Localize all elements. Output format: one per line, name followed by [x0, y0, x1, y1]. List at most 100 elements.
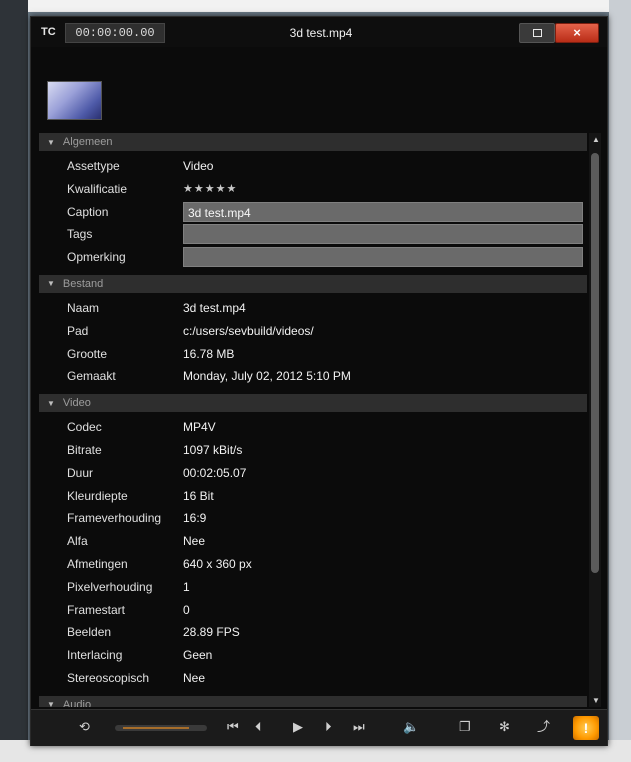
go-to-end-icon[interactable]: ⏭ [353, 719, 365, 735]
property-label: Duur [67, 465, 94, 480]
property-label: Kleurdiepte [67, 488, 128, 503]
property-label: Caption [67, 204, 109, 219]
property-label: Beelden [67, 625, 112, 640]
play-icon[interactable]: ▶ [293, 719, 303, 735]
property-label: Pad [67, 323, 89, 338]
property-row: Pad c:/users/sevbuild/videos/ [39, 320, 587, 343]
section-algemeen: ▼ Algemeen Assettype Video Kwalificatie … [39, 133, 587, 275]
scroll-down-icon[interactable]: ▼ [592, 696, 600, 705]
property-label: Alfa [67, 534, 88, 549]
scrub-slider-fill [123, 727, 189, 729]
property-value: MP4V [183, 420, 216, 435]
rating-stars[interactable]: ★★★★★ [183, 182, 237, 195]
property-label: Opmerking [67, 250, 126, 265]
volume-icon[interactable]: 🔈 [403, 719, 419, 735]
property-value: Video [183, 159, 214, 173]
player-controls-bar: ⟲ ⏮ ⏴ ▶ ⏵ ⏭ 🔈 ❐ ✻ ⤴ ! [31, 709, 607, 746]
section-video: ▼ Video Codec MP4V Bitrate 1097 kBit/s D… [39, 394, 587, 696]
background-strip-left [0, 0, 28, 762]
maximize-button[interactable] [519, 23, 555, 43]
property-label: Interlacing [67, 648, 123, 663]
section-title: Bestand [62, 277, 104, 290]
property-row: Afmetingen 640 x 360 px [39, 553, 587, 576]
collapse-caret-icon: ▼ [47, 700, 55, 707]
section-title: Video [62, 397, 91, 410]
property-label: Stereoscopisch [67, 670, 150, 685]
property-row: Assettype Video [39, 155, 587, 178]
media-properties-window: TC 00:00:00.00 3d test.mp4 × ▼ Algemeen … [30, 16, 608, 746]
property-label: Gemaakt [67, 369, 116, 384]
scroll-up-icon[interactable]: ▲ [592, 135, 600, 144]
property-row: Alfa Nee [39, 530, 587, 553]
property-value: 28.89 FPS [183, 625, 240, 640]
property-value: 640 x 360 px [183, 556, 252, 571]
close-button[interactable]: × [555, 23, 599, 43]
property-value: Monday, July 02, 2012 5:10 PM [183, 369, 351, 384]
property-label: Pixelverhouding [67, 579, 153, 594]
property-row: Kleurdiepte 16 Bit [39, 485, 587, 508]
collapse-caret-icon: ▼ [47, 398, 55, 408]
maximize-icon [533, 29, 542, 37]
section-audio: ▼ Audio [39, 695, 587, 707]
property-row: Pixelverhouding 1 [39, 576, 587, 599]
property-row: Stereoscopisch Nee [39, 667, 587, 690]
properties-panel: ▼ Algemeen Assettype Video Kwalificatie … [39, 133, 587, 707]
info-icon: ! [583, 720, 589, 736]
property-value: 16:9 [183, 511, 207, 526]
property-label: Bitrate [67, 442, 102, 457]
property-value: 1097 kBit/s [183, 442, 243, 457]
property-label: Afmetingen [67, 556, 128, 571]
property-label: Frameverhouding [67, 511, 162, 526]
property-row: Codec MP4V [39, 416, 587, 439]
property-row: Beelden 28.89 FPS [39, 621, 587, 644]
section-bestand: ▼ Bestand Naam 3d test.mp4 Pad c:/users/… [39, 274, 587, 394]
section-header-audio[interactable]: ▼ Audio [39, 695, 587, 707]
caption-input[interactable]: 3d test.mp4 [183, 201, 583, 222]
property-row: Caption 3d test.mp4 [39, 201, 587, 224]
section-header-bestand[interactable]: ▼ Bestand [39, 274, 587, 293]
remark-input[interactable] [183, 247, 583, 268]
property-row: Kwalificatie ★★★★★ [39, 178, 587, 201]
property-row: Naam 3d test.mp4 [39, 297, 587, 320]
property-label: Kwalificatie [67, 181, 128, 196]
info-button[interactable]: ! [573, 716, 599, 740]
scrub-slider[interactable] [115, 725, 207, 731]
property-value: c:/users/sevbuild/videos/ [183, 323, 314, 338]
property-value: 16.78 MB [183, 346, 235, 361]
property-value: 3d test.mp4 [183, 300, 246, 315]
property-row: Framestart 0 [39, 599, 587, 622]
scroll-thumb[interactable] [591, 153, 599, 573]
media-thumbnail [47, 81, 102, 120]
gear-icon[interactable]: ✻ [499, 719, 510, 735]
timecode-field[interactable]: 00:00:00.00 [65, 23, 165, 43]
section-title: Audio [62, 698, 92, 707]
property-row: Opmerking [39, 246, 587, 269]
property-label: Naam [67, 300, 100, 315]
collapse-caret-icon: ▼ [47, 137, 55, 147]
property-label: Framestart [67, 602, 126, 617]
property-label: Assettype [67, 159, 120, 173]
window-title: 3d test.mp4 [289, 26, 353, 40]
property-row: Tags [39, 223, 587, 246]
property-value: 00:02:05.07 [183, 465, 247, 480]
previous-frame-icon[interactable]: ⏴ [255, 719, 262, 735]
property-value: Nee [183, 534, 206, 549]
section-title: Algemeen [62, 136, 113, 148]
go-to-start-icon[interactable]: ⏮ [227, 719, 239, 735]
title-bar[interactable]: TC 00:00:00.00 3d test.mp4 × [31, 17, 607, 47]
loop-icon[interactable]: ⟲ [79, 719, 90, 735]
section-header-video[interactable]: ▼ Video [39, 394, 587, 413]
property-row: Interlacing Geen [39, 644, 587, 667]
next-frame-icon[interactable]: ⏵ [325, 719, 332, 735]
property-row: Duur 00:02:05.07 [39, 462, 587, 485]
tags-input[interactable] [183, 224, 583, 245]
property-row: Grootte 16.78 MB [39, 343, 587, 366]
property-value: 0 [183, 602, 190, 617]
section-header-algemeen[interactable]: ▼ Algemeen [39, 133, 587, 151]
property-label: Codec [67, 420, 102, 435]
export-icon[interactable]: ⤴ [537, 719, 550, 735]
collapse-caret-icon: ▼ [47, 279, 55, 289]
pages-icon[interactable]: ❐ [459, 719, 471, 735]
property-value: Geen [183, 648, 213, 663]
vertical-scrollbar[interactable]: ▲ ▼ [589, 133, 601, 707]
